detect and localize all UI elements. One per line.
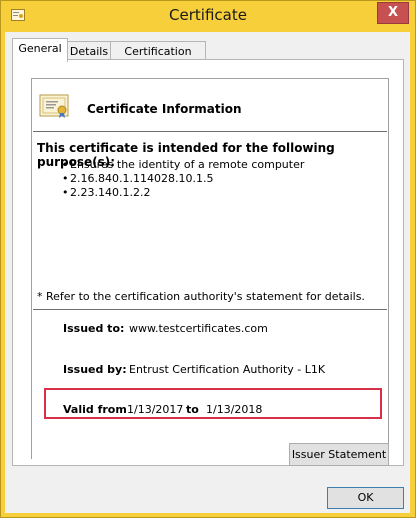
certificate-info-box: Certificate Information This certificate… xyxy=(31,78,389,459)
list-item: • Ensures the identity of a remote comput… xyxy=(62,158,305,171)
purpose-list: • Ensures the identity of a remote comput… xyxy=(62,158,304,200)
tab-details[interactable]: Details xyxy=(66,41,112,61)
title-bar[interactable]: Certificate X xyxy=(1,1,415,31)
issued-by-label: Issued by: xyxy=(63,363,127,376)
issuer-statement-button[interactable]: Issuer Statement xyxy=(289,443,389,466)
issued-to-label: Issued to: xyxy=(63,322,125,335)
list-item: • 2.16.840.1.114028.10.1.5 xyxy=(62,172,214,185)
window-title: Certificate xyxy=(169,6,247,24)
issued-to-value: www.testcertificates.com xyxy=(129,322,268,335)
tab-general[interactable]: General xyxy=(12,38,68,62)
general-tab-panel: Certificate Information This certificate… xyxy=(12,59,404,466)
certificate-window: Certificate X General Details Certificat… xyxy=(0,0,416,518)
close-button[interactable]: X xyxy=(377,2,409,24)
certificate-info-heading: Certificate Information xyxy=(87,102,242,116)
tab-certification-path[interactable]: Certification Path xyxy=(110,41,206,77)
certificate-icon xyxy=(39,94,69,118)
divider xyxy=(33,309,387,310)
authority-note: * Refer to the certification authority's… xyxy=(37,290,365,303)
highlight-box xyxy=(44,388,382,419)
issued-by-value: Entrust Certification Authority - L1K xyxy=(129,363,326,376)
dialog-body: General Details Certification Path Certi… xyxy=(5,32,410,513)
list-item: • 2.23.140.1.2.2 xyxy=(62,186,151,199)
divider xyxy=(33,131,387,132)
ok-button[interactable]: OK xyxy=(327,487,404,509)
